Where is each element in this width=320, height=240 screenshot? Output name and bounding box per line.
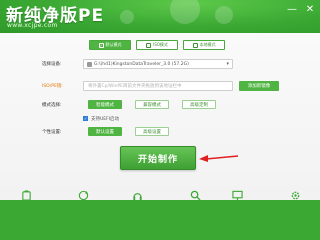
- check-icon: [146, 42, 152, 48]
- headset-icon[interactable]: [132, 190, 143, 201]
- disk-label: 选择设备:: [42, 62, 62, 67]
- tab-default-mode[interactable]: ✓ 默认模式: [89, 40, 131, 50]
- personal-label: 个性设置:: [42, 130, 62, 135]
- disk-select[interactable]: G:\(hd1)KingstonDataTraveler_3.0 (57.2G)…: [83, 59, 233, 69]
- bottom-toolbar: [0, 187, 320, 201]
- header-bokeh: [120, 10, 134, 24]
- tab-iso-mode[interactable]: ISO模式: [136, 40, 178, 50]
- usb-drive-icon: [87, 62, 92, 67]
- tab-local-mode[interactable]: 本地模式: [183, 40, 225, 50]
- advanced-settings-button[interactable]: 高级设置: [135, 127, 169, 136]
- header-bokeh: [170, 0, 200, 24]
- close-icon[interactable]: ✕: [304, 4, 316, 16]
- pe-label: ISO/PE镜:: [42, 84, 63, 89]
- start-button[interactable]: 开始制作: [120, 146, 196, 170]
- pe-path-input[interactable]: 将外置Cp/WinPE目前文件夹拖放到该地址栏中: [83, 81, 233, 91]
- smart-mode-button[interactable]: 智能模式: [88, 100, 122, 109]
- tab-label: 本地模式: [199, 42, 216, 47]
- header-bokeh: [215, 6, 233, 24]
- uefi-checkbox[interactable]: ✓: [83, 116, 88, 121]
- monitor-icon[interactable]: [232, 190, 243, 201]
- check-icon: [192, 42, 198, 48]
- check-icon: ✓: [98, 42, 104, 48]
- minimize-icon[interactable]: —: [286, 4, 298, 16]
- window-controls: — ✕: [286, 4, 316, 16]
- pe-placeholder: 将外置Cp/WinPE目前文件夹拖放到该地址栏中: [88, 84, 182, 89]
- chevron-down-icon[interactable]: ▾: [226, 61, 229, 67]
- refresh-icon[interactable]: [78, 190, 89, 201]
- tab-label: ISO模式: [153, 42, 168, 47]
- arrow-left-icon: [199, 155, 239, 162]
- main-panel: ✓ 默认模式 ISO模式 本地模式 选择设备: G:\(hd1)Kingston…: [0, 33, 320, 201]
- tab-label: 默认模式: [105, 42, 122, 47]
- gear-icon[interactable]: [290, 190, 301, 201]
- compat-mode-button[interactable]: 兼容模式: [135, 100, 169, 109]
- usb-icon[interactable]: [21, 190, 32, 201]
- search-icon[interactable]: [190, 190, 201, 201]
- header-banner: 新纯净版PE www.xcjpe.com — ✕: [0, 0, 320, 33]
- uefi-label: 支持UEFI启动: [91, 117, 120, 122]
- add-image-button[interactable]: 添加新镜像: [239, 81, 279, 91]
- default-settings-button[interactable]: 默认设置: [88, 127, 122, 136]
- disk-value: G:\(hd1)KingstonDataTraveler_3.0 (57.2G): [94, 62, 189, 67]
- mode-tabs: ✓ 默认模式 ISO模式 本地模式: [89, 40, 225, 50]
- advanced-custom-button[interactable]: 高级定制: [182, 100, 216, 109]
- mode-label: 模式选择:: [42, 103, 62, 108]
- app-url: www.xcjpe.com: [7, 22, 58, 29]
